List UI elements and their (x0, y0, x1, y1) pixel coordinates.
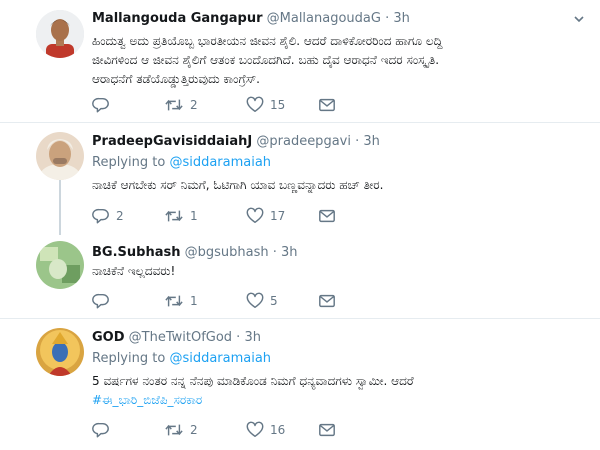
tweet-header: GOD @TheTwitOfGod · 3h (92, 330, 261, 345)
display-name[interactable]: GOD (92, 330, 125, 345)
tweet-actions: 1 5 (92, 292, 412, 310)
tweet-actions: 2 16 (92, 421, 412, 439)
tweet[interactable]: GOD @TheTwitOfGod · 3h Replying to @sidd… (0, 319, 600, 450)
reply-button[interactable] (92, 421, 116, 439)
reply-icon (92, 292, 110, 310)
like-button[interactable]: 15 (246, 96, 285, 114)
mention-link[interactable]: @siddaramaiah (169, 155, 271, 170)
like-icon (246, 96, 264, 114)
user-handle[interactable]: @pradeepgavi · 3h (256, 134, 380, 149)
reply-icon (92, 96, 110, 114)
user-handle[interactable]: @bgsubhash · 3h (185, 245, 298, 260)
tweet-header: PradeepGavisiddaiahJ @pradeepgavi · 3h (92, 134, 380, 149)
retweet-count: 2 (190, 98, 198, 112)
tweet-actions: 2 15 (92, 96, 412, 114)
user-handle[interactable]: @TheTwitOfGod · 3h (129, 330, 261, 345)
like-button[interactable]: 17 (246, 207, 285, 225)
tweet-text-line: 5 ವರ್ಷಗಳ ನಂತರ ನನ್ನ ನೆನಪು ಮಾಡಿಕೊಂಡ ನಿಮಗೆ … (92, 374, 414, 388)
like-icon (246, 207, 264, 225)
hashtag-link[interactable]: #ಈ_ಭಾರಿ_ಬಿಜೆಪಿ_ಸರಕಾರ (92, 391, 522, 410)
direct-message-button[interactable] (318, 96, 336, 114)
retweet-count: 2 (190, 423, 198, 437)
direct-message-button[interactable] (318, 421, 336, 439)
direct-message-icon (318, 207, 336, 225)
retweet-icon (164, 292, 184, 310)
like-count: 5 (270, 294, 278, 308)
like-count: 16 (270, 423, 286, 437)
tweet-header: BG.Subhash @bgsubhash · 3h (92, 245, 298, 260)
tweet-text: ನಾಚಿಕೆನೆ ಇಲ್ಲದವರು! (92, 262, 522, 281)
retweet-icon (164, 96, 184, 114)
replying-to: Replying to @siddaramaiah (92, 155, 271, 170)
tweet-text: ನಾಚಿಕೆ ಆಗಬೇಕು ಸರ್ ನಿಮಗೆ, ಓಟಿಗಾಗಿ ಯಾವ ಬಣ್… (92, 176, 522, 195)
like-button[interactable]: 16 (246, 421, 285, 439)
tweet[interactable]: BG.Subhash @bgsubhash · 3h ನಾಚಿಕೆನೆ ಇಲ್ಲ… (0, 236, 600, 318)
like-button[interactable]: 5 (246, 292, 278, 310)
direct-message-icon (318, 421, 336, 439)
tweet[interactable]: PradeepGavisiddaiahJ @pradeepgavi · 3h R… (0, 123, 600, 235)
like-count: 15 (270, 98, 286, 112)
reply-button[interactable] (92, 292, 116, 310)
like-count: 17 (270, 209, 286, 223)
avatar[interactable] (36, 241, 84, 289)
retweet-count: 1 (190, 294, 198, 308)
tweet-actions: 2 1 17 (92, 207, 412, 225)
mention-link[interactable]: @siddaramaiah (169, 351, 271, 366)
tweet-text-line: ನಾಚಿಕೆ ಆಗಬೇಕು ಸರ್ ನಿಮಗೆ, ಓಟಿಗಾಗಿ ಯಾವ ಬಣ್… (92, 178, 384, 192)
reply-count: 2 (116, 209, 124, 223)
like-icon (246, 421, 264, 439)
avatar[interactable] (36, 10, 84, 58)
retweet-icon (164, 207, 184, 225)
tweet-header: Mallangouda Gangapur @MallanagoudaG · 3h (92, 11, 410, 26)
direct-message-icon (318, 96, 336, 114)
tweet[interactable]: Mallangouda Gangapur @MallanagoudaG · 3h… (0, 0, 600, 122)
retweet-icon (164, 421, 184, 439)
retweet-button[interactable]: 1 (164, 292, 198, 310)
retweet-count: 1 (190, 209, 198, 223)
tweet-text: 5 ವರ್ಷಗಳ ನಂತರ ನನ್ನ ನೆನಪು ಮಾಡಿಕೊಂಡ ನಿಮಗೆ … (92, 372, 522, 410)
caret-down-icon[interactable] (574, 14, 584, 24)
display-name[interactable]: Mallangouda Gangapur (92, 11, 263, 26)
avatar[interactable] (36, 328, 84, 376)
display-name[interactable]: BG.Subhash (92, 245, 180, 260)
tweet-text-line: ಜೀವಿಗಳಿಂದ ಆ ಜೀವನ ಶೈಲಿಗೆ ಆತಂಕ ಬಂದೊದಗಿದೆ. … (92, 53, 440, 67)
avatar[interactable] (36, 132, 84, 180)
reply-button[interactable] (92, 96, 116, 114)
reply-button[interactable]: 2 (92, 207, 124, 225)
direct-message-button[interactable] (318, 292, 336, 310)
tweet-text-line: ಹಿಂದುತ್ವ ಅದು ಪ್ರತಿಯೊಬ್ಬ ಭಾರತೀಯನ ಜೀವನ ಶೈಲ… (92, 34, 443, 48)
tweet-text: ಹಿಂದುತ್ವ ಅದು ಪ್ರತಿಯೊಬ್ಬ ಭಾರತೀಯನ ಜೀವನ ಶೈಲ… (92, 32, 522, 89)
reply-icon (92, 207, 110, 225)
direct-message-icon (318, 292, 336, 310)
retweet-button[interactable]: 2 (164, 421, 198, 439)
reply-icon (92, 421, 110, 439)
tweet-text-line: ನಾಚಿಕೆನೆ ಇಲ್ಲದವರು! (92, 264, 176, 278)
replying-to-label: Replying to (92, 155, 170, 170)
tweet-text-line: ಆರಾಧನೆಗೆ ತಡೆಯೊಡ್ಡುತ್ತಿರುವುದು ಕಾಂಗ್ರೆಸ್. (92, 72, 260, 86)
replying-to-label: Replying to (92, 351, 170, 366)
retweet-button[interactable]: 1 (164, 207, 198, 225)
direct-message-button[interactable] (318, 207, 336, 225)
like-icon (246, 292, 264, 310)
user-handle[interactable]: @MallanagoudaG · 3h (267, 11, 410, 26)
replying-to: Replying to @siddaramaiah (92, 351, 271, 366)
retweet-button[interactable]: 2 (164, 96, 198, 114)
display-name[interactable]: PradeepGavisiddaiahJ (92, 134, 252, 149)
